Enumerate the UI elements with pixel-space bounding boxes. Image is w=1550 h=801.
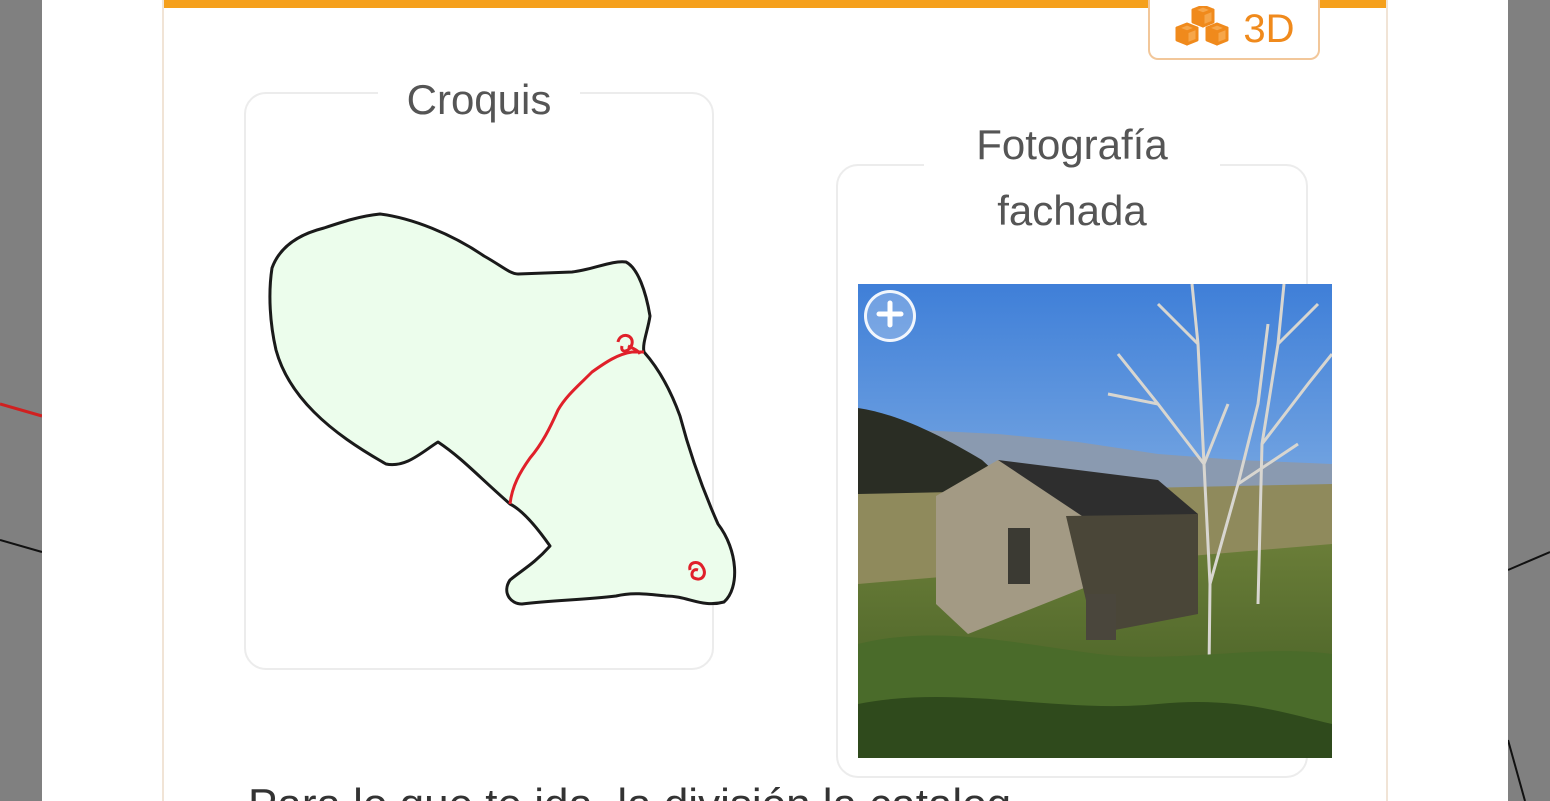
zoom-in-button[interactable] bbox=[864, 290, 916, 342]
parcel-description: Para lo que te ida, la división la catal… bbox=[248, 780, 1011, 801]
sketch-title: Croquis bbox=[378, 74, 580, 126]
view-3d-button[interactable]: 3D bbox=[1148, 0, 1320, 60]
zoom-in-icon bbox=[875, 299, 905, 334]
cubes-icon bbox=[1173, 4, 1231, 53]
parcel-sketch[interactable] bbox=[262, 206, 742, 616]
facade-photo[interactable] bbox=[858, 284, 1332, 758]
photo-title: Fotografía fachada bbox=[924, 112, 1220, 244]
view-3d-label: 3D bbox=[1243, 6, 1295, 51]
parcel-outline bbox=[268, 212, 737, 606]
